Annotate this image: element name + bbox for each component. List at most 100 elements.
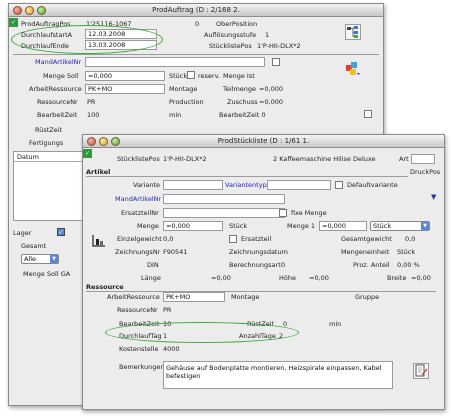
zeichnungsnr-label: ZeichnungsNr <box>115 248 161 256</box>
variantentyp-label[interactable]: Variantentyp <box>225 181 267 189</box>
production-label: Production <box>169 98 204 106</box>
datum-column-header[interactable]: Datum <box>14 152 82 162</box>
menge-field[interactable]: =0,000 <box>163 221 223 231</box>
section-ressource-heading: Ressource <box>86 283 124 291</box>
divider <box>13 54 379 55</box>
ressourcenr-field[interactable]: PR <box>163 306 171 314</box>
berechnungsart-value: 0 <box>281 261 286 269</box>
chevron-down-icon[interactable]: ▼ <box>431 193 439 201</box>
variante-field[interactable] <box>163 180 223 190</box>
scale-icon[interactable] <box>91 233 107 249</box>
berechnungsart-label: Berechnungsart <box>229 261 281 269</box>
ressourcenr-label: RessourceNr <box>37 98 78 106</box>
menge-soll-bottom-label: Menge Soll GA <box>23 270 71 278</box>
min-label: min <box>329 320 342 328</box>
datum-list[interactable]: Datum <box>13 151 83 221</box>
menge1-unit-value: Stück <box>373 222 392 230</box>
ressourcenr-field[interactable]: PR <box>87 98 95 106</box>
din-label: DIN <box>147 261 159 269</box>
laenge-label: Länge <box>141 274 161 282</box>
stueck-label: Stück <box>229 222 248 230</box>
menge-label: Menge <box>137 222 159 230</box>
oberposition-num: 0 <box>195 20 200 28</box>
arbeitressource-field[interactable]: PK+MO <box>85 84 165 94</box>
prodauftrag-titlebar[interactable]: ProdAuftrag (D : 2/168 2. <box>9 4 383 17</box>
mengeneinheit-value: Stück <box>397 248 416 256</box>
reserv-checkbox[interactable] <box>187 71 195 79</box>
mandartikelnr-label[interactable]: MandArtikelNr <box>115 195 161 203</box>
einzelgewicht-field[interactable]: 0,0 <box>163 235 173 243</box>
chevron-down-icon: ▼ <box>421 222 429 230</box>
art-label: Art <box>399 155 409 163</box>
lager-checkbox[interactable]: ✓ <box>57 228 65 236</box>
ersatzteilnr-field[interactable] <box>163 208 285 218</box>
stuecklistepos-label: StücklistePos <box>209 42 252 50</box>
highlight-ellipse-days <box>105 322 299 343</box>
mengeneinheit-label: Mengeneinheit <box>341 248 390 256</box>
prodstueckliste-titlebar[interactable]: ProdStückliste (D : 1/61 1. <box>83 135 444 148</box>
ersatzteilnr-label: ErsatzteilNr <box>121 209 159 217</box>
stuecklistepos-label: StücklistePos <box>117 155 160 163</box>
bearbeitzeit-select[interactable]: BearbeitZeit 0 <box>219 111 266 119</box>
mandartikelnr-field[interactable] <box>85 57 265 67</box>
gesamtgewicht-label: Gesamtgewicht <box>341 235 392 243</box>
section-ressource-divider <box>86 291 436 292</box>
arbeitressource-label: ArbeitRessource <box>29 85 82 93</box>
zeichnungsdatum-label: Zeichnungsdatum <box>229 248 288 256</box>
prodstueckliste-window: ProdStückliste (D : 1/61 1. ✓ Stückliste… <box>82 134 445 410</box>
window-title: ProdStückliste (D : 1/61 1. <box>217 137 310 145</box>
chevron-down-icon: ▼ <box>50 255 58 263</box>
fertigungs-label: Fertigungs <box>29 139 64 147</box>
lager-select[interactable]: Alle ▼ <box>21 254 59 264</box>
bemerkungen-label: Bemerkungen <box>119 363 165 371</box>
bearbeitzeit-field[interactable]: 100 <box>87 111 99 119</box>
bearbeitzeit-label: BearbeitZeit <box>37 111 78 119</box>
check-badge: ✓ <box>83 149 92 158</box>
document-edit-icon[interactable] <box>413 363 429 379</box>
variantentyp-field[interactable] <box>267 180 331 190</box>
fixe-menge-label: fixe Menge <box>291 209 327 217</box>
menge-ist-label: Menge Ist <box>223 72 255 80</box>
tree-structure-icon[interactable] <box>345 24 361 40</box>
stuecklistepos-field[interactable]: 1'P-HII-DLX*2 <box>163 155 207 163</box>
art-field[interactable] <box>411 154 435 164</box>
menge1-field[interactable]: =0,000 <box>319 221 367 231</box>
laenge-value: =0,00 <box>211 274 231 282</box>
bemerkungen-textarea[interactable]: Gehäuse auf Bodenplatte montieren, Heizs… <box>163 361 393 389</box>
window-title: ProdAuftrag (D : 2/168 2. <box>152 6 240 14</box>
ruestzeit-label: RüstZeit <box>35 126 63 134</box>
menge-soll-field[interactable]: =0,000 <box>85 71 165 81</box>
stuecklistepos-field[interactable]: 1'P-HII-DLX*2 <box>257 42 301 50</box>
mandartikelnr-label[interactable]: MandArtikelNr <box>35 58 81 66</box>
description-text: 2 Kaffeemaschine Hilise Deluxe <box>273 155 376 163</box>
defaultvariante-label: Defaultvariante <box>347 181 398 189</box>
gesamt-label: Gesamt <box>21 242 47 250</box>
ersatzteil-checkbox[interactable] <box>229 235 237 243</box>
kostenstelle-field[interactable]: 4000 <box>163 345 180 353</box>
oberposition-label: OberPosition <box>216 20 258 28</box>
einzelgewicht-label: Einzelgewicht <box>117 235 162 243</box>
teilmenge-label: Teilmenge <box>223 85 257 93</box>
reserv-label: reserv. <box>198 72 220 80</box>
defaultvariante-checkbox[interactable] <box>335 181 343 189</box>
back-checkbox-2[interactable] <box>364 110 372 118</box>
druckpos-label: DruckPos <box>410 168 441 176</box>
highlight-ellipse-dates <box>11 25 163 54</box>
mandartikelnr-field[interactable] <box>163 194 285 204</box>
aufloesungsstufe-label: Auflösungsstufe <box>204 31 257 39</box>
kostenstelle-label: Kostenstelle <box>119 345 159 353</box>
zeichnungsnr-field[interactable]: F90541 <box>163 248 187 256</box>
arbeitressource-field[interactable]: PK+MO <box>163 292 225 302</box>
menge1-unit-select[interactable]: Stück ▼ <box>370 221 430 231</box>
proz-anteil-label: Proz. Anteil <box>353 261 390 269</box>
zuschuss-value: =0,000 <box>259 98 284 106</box>
back-checkbox-1[interactable] <box>272 58 280 66</box>
lager-select-value: Alle <box>24 255 37 263</box>
hoehe-label: Höhe <box>279 274 296 282</box>
colorful-tools-icon[interactable] <box>345 60 361 76</box>
fixe-menge-checkbox[interactable] <box>279 209 287 217</box>
breite-value: =0,00 <box>411 274 431 282</box>
stueck-label: Stück <box>169 72 188 80</box>
menge1-label: Menge 1 <box>287 222 316 230</box>
proz-anteil-value: 0,00 % <box>397 261 420 269</box>
